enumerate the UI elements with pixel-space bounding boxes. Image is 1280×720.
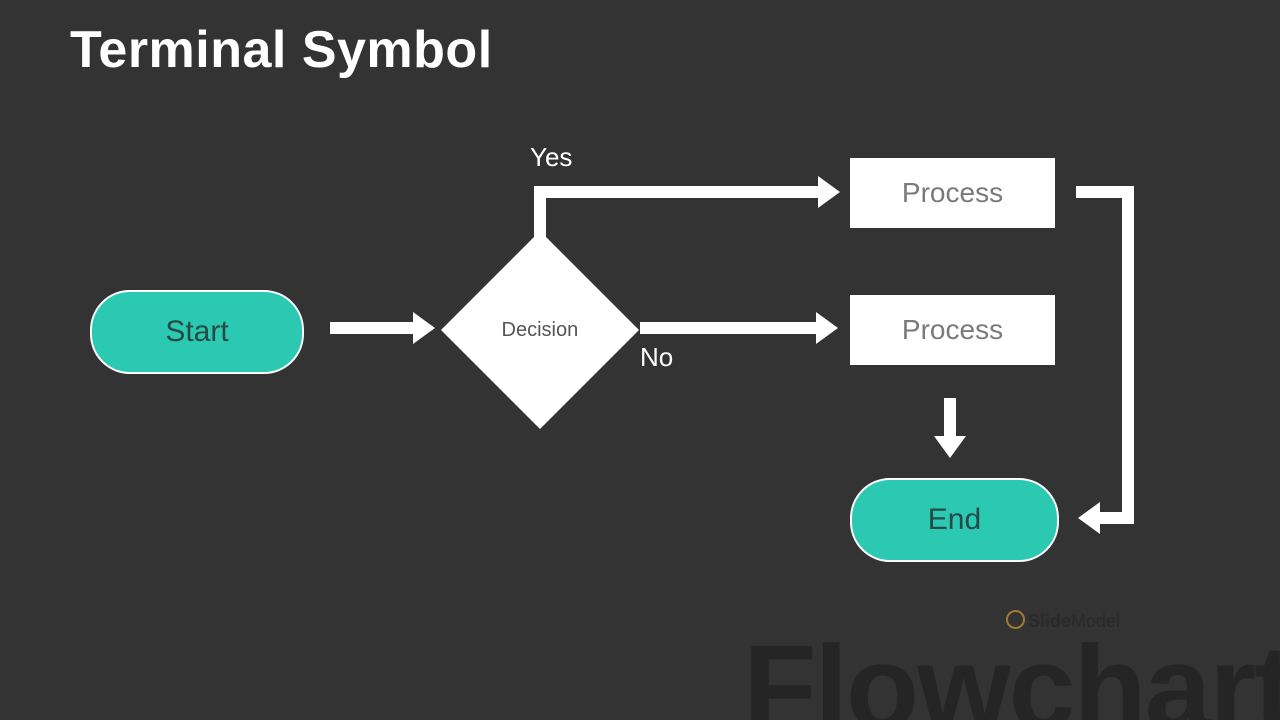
arrow-process-to-end bbox=[944, 398, 956, 438]
watermark-brand-suffix: Model bbox=[1071, 611, 1120, 631]
node-process-bottom: Process bbox=[850, 295, 1055, 365]
label-yes: Yes bbox=[530, 142, 572, 173]
label-no: No bbox=[640, 342, 673, 373]
node-process-top-label: Process bbox=[902, 177, 1003, 209]
watermark-brand-prefix: Slide bbox=[1028, 611, 1071, 631]
arrow-no-to-process bbox=[640, 322, 818, 334]
node-start: Start bbox=[90, 290, 304, 374]
slide-title: Terminal Symbol bbox=[70, 20, 493, 80]
watermark-brand: SlideModel bbox=[1006, 610, 1120, 632]
arrow-start-to-decision bbox=[330, 322, 415, 334]
node-end-label: End bbox=[928, 503, 981, 537]
watermark-ring-icon bbox=[1006, 610, 1025, 629]
node-decision-label: Decision bbox=[502, 318, 579, 341]
node-start-label: Start bbox=[165, 315, 228, 349]
node-process-bottom-label: Process bbox=[902, 314, 1003, 346]
node-process-top: Process bbox=[850, 158, 1055, 228]
watermark-big: Flowchart bbox=[743, 628, 1280, 720]
slide-stage: Terminal Symbol Start Decision Yes No Pr… bbox=[0, 0, 1280, 720]
node-decision: Decision bbox=[441, 231, 639, 429]
node-end: End bbox=[850, 478, 1059, 562]
